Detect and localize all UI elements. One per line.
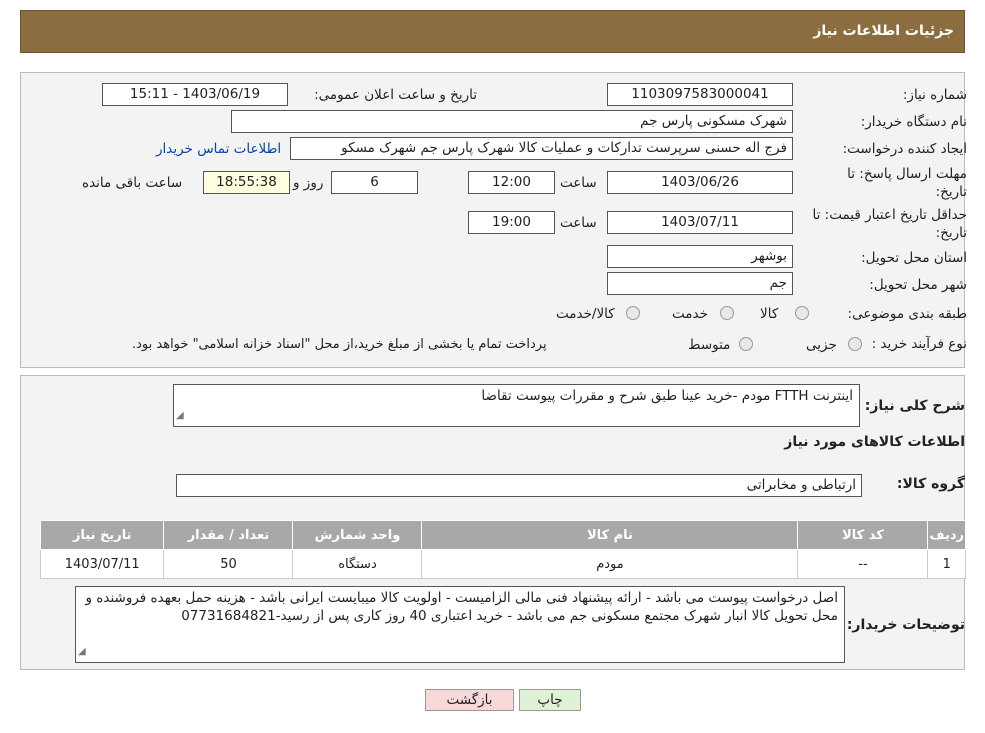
process-radio-minor[interactable] <box>848 337 862 351</box>
column-header-date: تاریخ نیاز <box>39 520 165 550</box>
city-label: شهر محل تحویل: <box>869 277 967 293</box>
cell-name: مودم <box>421 549 799 579</box>
summary-text: اینترنت FTTH مودم -خرید عینا طبق شرح و م… <box>481 388 853 404</box>
category-option-goods: کالا <box>760 306 779 322</box>
days-remaining-field: 6 <box>331 171 418 194</box>
page-header: جزئیات اطلاعات نیاز <box>20 10 965 53</box>
goods-group-field: ارتباطی و مخابراتی <box>176 474 862 497</box>
process-radio-medium[interactable] <box>739 337 753 351</box>
resize-grip-icon: ◢ <box>176 410 184 421</box>
back-button[interactable]: بازگشت <box>425 689 514 711</box>
deadline-label-date: تاریخ: <box>935 184 967 200</box>
process-option-medium: متوسط <box>688 337 731 353</box>
buyer-contact-link[interactable]: اطلاعات تماس خریدار <box>156 141 281 157</box>
table-row[interactable]: 1 -- مودم دستگاه 50 1403/07/11 <box>39 549 966 579</box>
city-field: جم <box>607 272 793 295</box>
category-radio-goods-service[interactable] <box>626 306 640 320</box>
deadline-label: مهلت ارسال پاسخ: تا <box>847 166 967 182</box>
cell-code: -- <box>797 549 929 579</box>
buyer-org-field: شهرک مسکونی پارس جم <box>231 110 793 133</box>
column-header-quantity: تعداد / مقدار <box>163 520 294 550</box>
need-number-field: 1103097583000041 <box>607 83 793 106</box>
validity-date-field: 1403/07/11 <box>607 211 793 234</box>
category-option-goods-service: کالا/خدمت <box>556 306 615 322</box>
province-label: استان محل تحویل: <box>861 250 967 266</box>
resize-grip-icon: ◢ <box>78 646 86 657</box>
announce-datetime-field: 1403/06/19 - 15:11 <box>102 83 288 106</box>
column-header-unit: واحد شمارش <box>292 520 423 550</box>
deadline-time-label: ساعت <box>560 175 597 191</box>
remaining-time-field: 18:55:38 <box>203 171 290 194</box>
creator-field: فرج اله حسنی سرپرست تدارکات و عملیات کال… <box>290 137 793 160</box>
category-radio-service[interactable] <box>720 306 734 320</box>
category-radio-goods[interactable] <box>795 306 809 320</box>
column-header-code: کد کالا <box>797 520 929 550</box>
table-header-row: ردیف کد کالا نام کالا واحد شمارش تعداد /… <box>39 520 966 550</box>
validity-label: حداقل تاریخ اعتبار قیمت: تا <box>812 207 967 223</box>
cell-unit: دستگاه <box>292 549 423 579</box>
validity-label-date: تاریخ: <box>935 225 967 241</box>
print-button[interactable]: چاپ <box>519 689 581 711</box>
process-note: پرداخت تمام یا بخشی از مبلغ خرید،از محل … <box>132 337 547 352</box>
deadline-time-field: 12:00 <box>468 171 555 194</box>
validity-time-field: 19:00 <box>468 211 555 234</box>
buyer-org-label: نام دستگاه خریدار: <box>860 114 967 130</box>
process-option-minor: جزیی <box>806 337 837 353</box>
category-label: طبقه بندی موضوعی: <box>847 306 967 322</box>
cell-row-number: 1 <box>927 549 966 579</box>
remaining-time-label: ساعت باقی مانده <box>82 175 183 191</box>
column-header-name: نام کالا <box>421 520 799 550</box>
cell-quantity: 50 <box>163 549 294 579</box>
validity-time-label: ساعت <box>560 215 597 231</box>
deadline-date-field: 1403/06/26 <box>607 171 793 194</box>
column-header-row-number: ردیف <box>927 520 966 550</box>
goods-group-label: گروه کالا: <box>896 476 965 492</box>
announce-label: تاریخ و ساعت اعلان عمومی: <box>314 87 477 103</box>
goods-info-title: اطلاعات کالاهای مورد نیاز <box>784 434 965 450</box>
days-label: روز و <box>293 175 324 191</box>
goods-table: ردیف کد کالا نام کالا واحد شمارش تعداد /… <box>39 520 966 579</box>
creator-label: ایجاد کننده درخواست: <box>842 141 967 157</box>
buyer-notes-text: اصل درخواست پیوست می باشد - ارائه پیشنها… <box>85 590 838 624</box>
page-title: جزئیات اطلاعات نیاز <box>813 23 954 39</box>
buyer-notes-textarea: اصل درخواست پیوست می باشد - ارائه پیشنها… <box>75 586 845 663</box>
province-field: بوشهر <box>607 245 793 268</box>
buyer-notes-label: توضیحات خریدار: <box>846 617 965 633</box>
need-number-label: شماره نیاز: <box>902 87 967 103</box>
process-label: نوع فرآیند خرید : <box>871 336 967 352</box>
category-option-service: خدمت <box>672 306 708 322</box>
summary-label: شرح کلی نیاز: <box>864 398 965 414</box>
summary-textarea: اینترنت FTTH مودم -خرید عینا طبق شرح و م… <box>173 384 860 427</box>
cell-date: 1403/07/11 <box>39 549 165 579</box>
